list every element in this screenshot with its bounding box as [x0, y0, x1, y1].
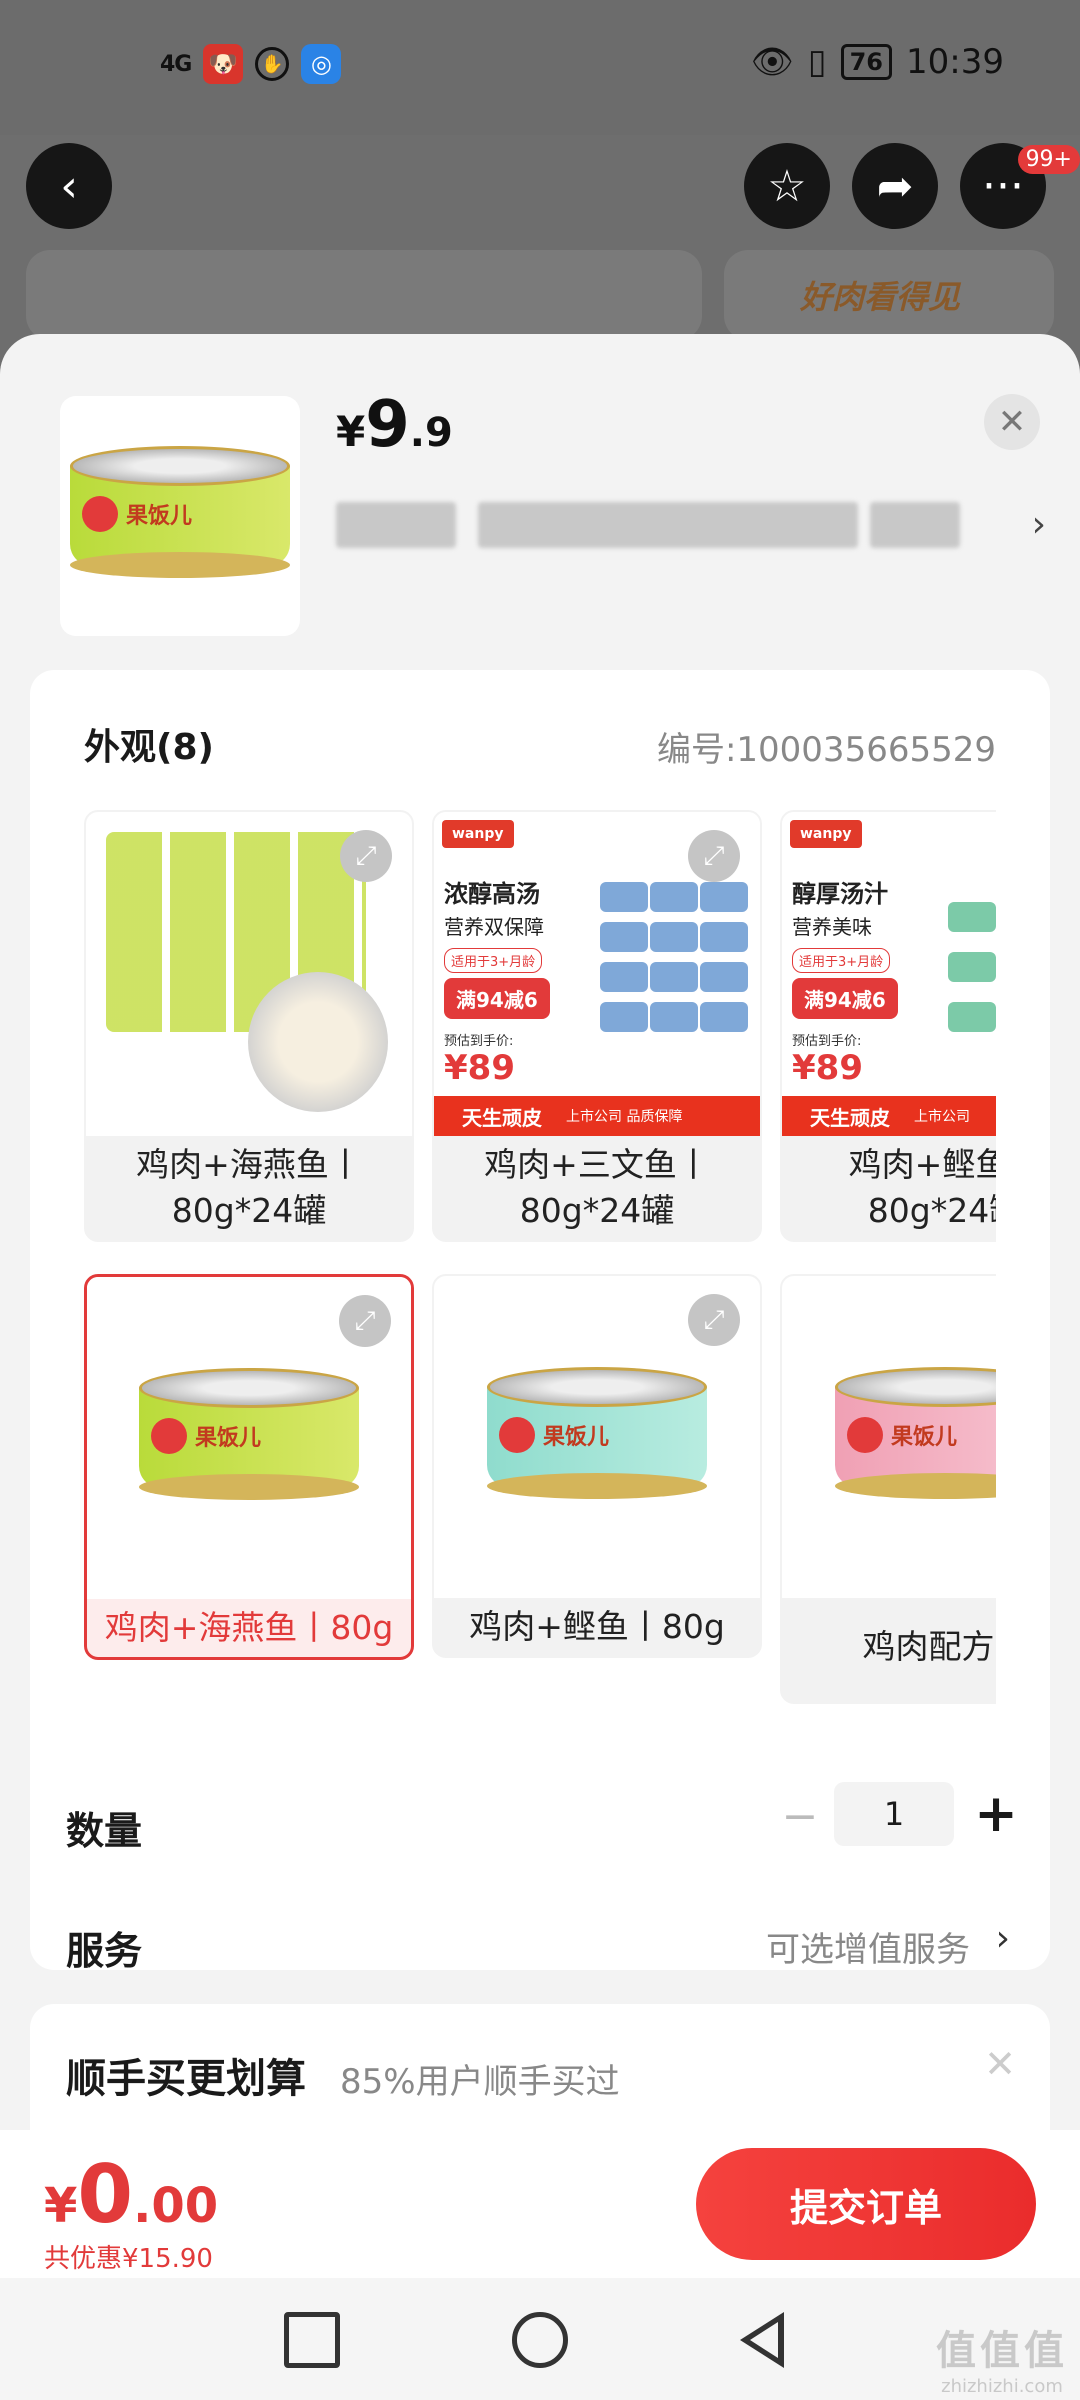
signal-icon: 4G: [160, 51, 192, 77]
option-card[interactable]: 果饭儿 ⤢ 鸡肉+鲣鱼丨80g: [432, 1274, 762, 1658]
option-card[interactable]: wanpy 浓醇高汤 营养双保障 适用于3+月龄 满94减6 预估到手价: ¥89…: [432, 810, 762, 1242]
recents-icon[interactable]: [284, 2312, 340, 2368]
chevron-right-icon[interactable]: ›: [996, 1918, 1010, 1959]
vibrate-icon: ▯: [807, 42, 827, 82]
background-card: [26, 250, 702, 340]
option-caption: 鸡肉+海燕鱼丨80g*24罐: [136, 1145, 362, 1230]
close-icon: ✕: [997, 402, 1027, 442]
status-right: 👁 ▯ 76 10:39: [751, 42, 1004, 82]
option-image: 果饭儿: [782, 1276, 996, 1598]
option-grid: ⤢ 鸡肉+海燕鱼丨80g*24罐 wanpy 浓醇高汤 营养双保障 适用于3+月龄…: [84, 810, 996, 1710]
option-caption: 鸡肉+鲣鱼丨80g: [469, 1607, 725, 1646]
food-bowl: [248, 972, 388, 1112]
quantity-input[interactable]: 1: [834, 1782, 954, 1846]
total-price: ¥0.00: [44, 2148, 219, 2241]
promo-image: wanpy 醇厚汤汁 营养美味 适用于3+月龄 满94减6 预估到手价: ¥89 …: [782, 812, 996, 1136]
option-card[interactable]: wanpy 醇厚汤汁 营养美味 适用于3+月龄 满94减6 预估到手价: ¥89 …: [780, 810, 996, 1242]
brand-logo: [499, 1417, 535, 1453]
brand-logo: [82, 496, 118, 532]
hand-icon: ✋: [255, 47, 290, 81]
brand-logo: [151, 1418, 187, 1454]
blurred-address: [870, 502, 960, 548]
close-icon[interactable]: ✕: [984, 2042, 1016, 2086]
quantity-decrease-button[interactable]: −: [772, 1788, 828, 1844]
share-icon: ➦: [876, 160, 914, 212]
more-icon: ···: [982, 160, 1024, 212]
clock: 10:39: [906, 42, 1004, 82]
blurred-address: [478, 502, 858, 548]
option-caption: 鸡肉+三文鱼丨80g*24罐: [484, 1145, 710, 1230]
sku-number: 编号:100035665529: [656, 730, 996, 770]
status-bar: 4G 🐶 ✋ ◎ 👁 ▯ 76 10:39: [0, 0, 1080, 135]
back-button[interactable]: ‹: [26, 143, 112, 229]
can-image: 果饭儿: [835, 1367, 996, 1507]
quantity-increase-button[interactable]: +: [966, 1784, 1026, 1844]
options-panel: 外观(8) 编号:100035665529 ⤢ 鸡肉+海燕鱼丨80g*24罐 w…: [30, 670, 1050, 1970]
notification-badge: 99+: [1017, 145, 1080, 174]
option-image: wanpy 醇厚汤汁 营养美味 适用于3+月龄 满94减6 预估到手价: ¥89 …: [782, 812, 996, 1136]
status-left: 4G 🐶 ✋ ◎: [160, 44, 342, 84]
expand-icon[interactable]: ⤢: [339, 1295, 391, 1347]
option-caption: 鸡肉+海燕鱼丨80g: [104, 1608, 394, 1647]
expand-icon[interactable]: ⤢: [340, 830, 392, 882]
discount-text: 共优惠¥15.90: [44, 2244, 213, 2274]
option-image: wanpy 浓醇高汤 营养双保障 适用于3+月龄 满94减6 预估到手价: ¥89…: [434, 812, 760, 1136]
star-icon: ☆: [767, 160, 807, 212]
eye-icon: 👁: [750, 42, 794, 82]
option-image: 果饭儿 ⤢: [87, 1277, 411, 1599]
blurred-address: [336, 502, 456, 548]
option-caption: 鸡肉+鲣鱼丨80g*24罐: [848, 1145, 996, 1230]
option-card[interactable]: ⤢ 鸡肉+海燕鱼丨80g*24罐: [84, 810, 414, 1242]
product-price: ¥9.9: [336, 388, 453, 462]
product-thumbnail[interactable]: 果饭儿: [60, 396, 300, 636]
battery-icon: 76: [840, 44, 893, 80]
watermark: 值值值 zhizhizhi.com: [936, 2328, 1068, 2397]
checkout-bar: ¥0.00 共优惠¥15.90 提交订单: [0, 2130, 1080, 2278]
service-label: 服务: [66, 1929, 143, 1970]
system-nav-bar: [0, 2278, 1080, 2400]
bundle-title: 顺手买更划算: [66, 2056, 306, 2102]
quantity-label: 数量: [66, 1809, 143, 1853]
option-card-selected[interactable]: 果饭儿 ⤢ 鸡肉+海燕鱼丨80g: [84, 1274, 414, 1660]
can-image: 果饭儿: [139, 1368, 359, 1508]
back-icon[interactable]: [740, 2312, 784, 2368]
expand-icon[interactable]: ⤢: [688, 1294, 740, 1346]
options-title: 外观(8): [84, 727, 214, 768]
option-image: 果饭儿 ⤢: [434, 1276, 760, 1598]
share-button[interactable]: ➦: [852, 143, 938, 229]
option-card[interactable]: 果饭儿 鸡肉配方丨: [780, 1274, 996, 1704]
option-image: ⤢: [86, 812, 412, 1136]
bundle-subtitle: 85%用户顺手买过: [340, 2062, 620, 2102]
home-icon[interactable]: [512, 2312, 568, 2368]
sku-sheet: 果饭儿 ¥9.9 › ✕ 外观(8) 编号:100035665529 ⤢ 鸡肉+…: [0, 334, 1080, 2204]
close-button[interactable]: ✕: [984, 394, 1040, 450]
can-image: 果饭儿: [70, 446, 290, 586]
chevron-right-icon[interactable]: ›: [1032, 504, 1046, 545]
favorite-button[interactable]: ☆: [744, 143, 830, 229]
app-notification-icon: 🐶: [203, 44, 244, 84]
brand-logo: [847, 1417, 883, 1453]
can-image: 果饭儿: [487, 1367, 707, 1507]
expand-icon[interactable]: ⤢: [688, 830, 740, 882]
chevron-left-icon: ‹: [60, 160, 78, 212]
submit-order-button[interactable]: 提交订单: [696, 2148, 1036, 2260]
option-caption: 鸡肉配方丨: [862, 1627, 997, 1666]
browser-icon: ◎: [301, 44, 342, 84]
slogan-text: 好肉看得见: [800, 278, 961, 316]
service-option-link[interactable]: 可选增值服务: [766, 1922, 970, 1970]
